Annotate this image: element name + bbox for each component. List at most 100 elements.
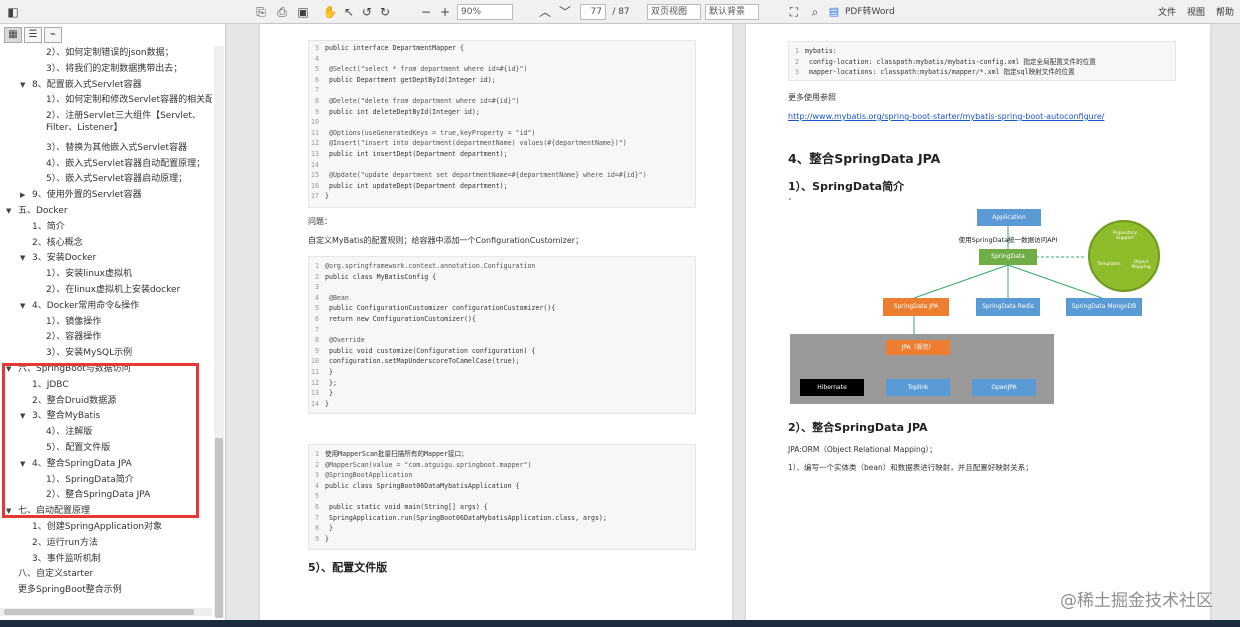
page-input[interactable]: 77 (580, 4, 606, 20)
sidebar-scrollbar[interactable] (214, 46, 224, 618)
sidebar-toggle-icon[interactable]: ◧ (4, 3, 22, 21)
tree-caret-icon[interactable]: ▶ (20, 189, 25, 201)
outline-item[interactable]: 八、自定义starter (18, 568, 93, 580)
tree-caret-icon[interactable]: ▼ (6, 205, 11, 217)
next-page-icon[interactable]: ﹀ (556, 3, 574, 21)
springdata-diagram-lines (790, 226, 1103, 404)
code-line: 7 (315, 325, 319, 334)
diagram-unified-api-label: 使用SpringData统一数据访问API (958, 236, 1058, 245)
pdf-word-icon: ▤ (828, 5, 840, 18)
diagram-sd-redis: SpringData Redis (976, 298, 1040, 316)
code-line: 17} (311, 192, 329, 201)
outline-item[interactable]: 2、核心概念 (32, 237, 83, 249)
code-block-mapper: 3 public interface DepartmentMapper {4 5 @… (308, 40, 696, 208)
outline-item[interactable]: 4、Docker常用命令&操作 (32, 300, 139, 312)
code-line: 7 (315, 86, 319, 95)
code-line: 9} (315, 534, 329, 543)
outline-item[interactable]: 3）、将我们的定制数据携带出去； (46, 63, 182, 75)
attachment-icon[interactable]: ⌁ (44, 27, 62, 43)
background-select[interactable]: 默认背景 (705, 4, 759, 20)
pdf-page-left: 3 public interface DepartmentMapper {4 5 @… (260, 24, 732, 620)
outline-item[interactable]: 1）、如何定制和修改Servlet容器的相关配置； (46, 94, 212, 106)
outline-item[interactable]: 1、简介 (32, 221, 65, 233)
outline-item[interactable]: 3、安装Docker (32, 252, 96, 264)
outline-item[interactable]: 1、创建SpringApplication对象 (32, 521, 162, 533)
thumbnail-view-icon[interactable]: ▦ (4, 27, 22, 43)
rotate-right-icon[interactable]: ↻ (376, 3, 394, 21)
pdf-to-word-button[interactable]: PDF转Word (845, 3, 895, 21)
outline-view-icon[interactable]: ☰ (24, 27, 42, 43)
orm-text: JPA:ORM（Object Relational Mapping）； (788, 445, 937, 454)
outline-item[interactable]: 1）、镜像操作 (46, 316, 101, 328)
outline-item[interactable]: 2）、如何定制错误的json数据； (46, 47, 174, 59)
heading-config-version: 5）、配置文件版 (308, 561, 388, 574)
code-line: 12 @Insert("insert into department(depar… (311, 139, 627, 148)
outline-item[interactable]: 1）、安装linux虚拟机 (46, 268, 132, 280)
outline-tree: 2）、如何定制错误的json数据； 3）、将我们的定制数据携带出去； ▼ 8、配置嵌入… (0, 46, 212, 616)
tree-caret-icon[interactable]: ▼ (20, 79, 25, 91)
outline-item[interactable]: 5）、嵌入式Servlet容器启动原理； (46, 173, 187, 185)
code-block-config: 1 @org.springframework.context.annotation… (308, 256, 696, 414)
code-line: 7 SpringApplication.run(SpringBoot06Data… (315, 513, 607, 522)
outline-item[interactable]: 3）、安装MySQL示例 (46, 347, 132, 359)
outline-sidebar: ▦ ☰ ⌁ 2）、如何定制错误的json数据； 3）、将我们的定制数据携带出去； ▼… (0, 24, 226, 620)
menu-file[interactable]: 文件 (1158, 5, 1176, 18)
code-line: 1 使用MapperScan批量扫描所有的Mapper接口； (315, 450, 468, 458)
code-line: 14 (311, 160, 319, 169)
prev-page-icon[interactable]: ︿ (536, 3, 554, 21)
diagram-application: Application (977, 209, 1041, 226)
outline-item[interactable]: 9、使用外置的Servlet容器 (32, 189, 142, 201)
menu-help[interactable]: 帮助 (1216, 5, 1234, 18)
sidebar-hscrollbar[interactable] (0, 608, 212, 616)
code-line: 13 public int insertDept(Department depa… (311, 149, 508, 158)
code-line: 14} (311, 399, 329, 408)
code-line: 9 public int deleteDeptById(Integer id); (315, 107, 480, 116)
code-line: 11 @Options(useGeneratedKeys = true,keyP… (311, 128, 536, 137)
sidebar-scroll-thumb[interactable] (215, 438, 223, 618)
select-tool-icon[interactable]: ↖ (340, 3, 358, 21)
hand-tool-icon[interactable]: ✋ (321, 3, 339, 21)
code-line: 4 (315, 54, 319, 63)
code-line: 10 configuration.setMapUnderscoreToCamel… (311, 357, 520, 366)
outline-item[interactable]: 8、配置嵌入式Servlet容器 (32, 79, 142, 91)
search-icon[interactable]: ⌕ (806, 3, 824, 21)
outline-item[interactable]: 4）、嵌入式Servlet容器自动配置原理； (46, 158, 205, 170)
question-text: 自定义MyBatis的配置规则；给容器中添加一个ConfigurationCus… (308, 236, 584, 245)
code-line: 3 (315, 283, 319, 292)
zoom-input[interactable]: 90% (457, 4, 513, 20)
tree-caret-icon[interactable]: ▼ (20, 300, 25, 312)
outline-item[interactable]: 2、运行run方法 (32, 537, 98, 549)
print-icon[interactable]: ⎙ (273, 3, 291, 21)
code-line: 15 @Update("update department set depart… (311, 171, 647, 180)
code-line: 4 @Bean (315, 293, 349, 302)
code-line: 8 @Delete("delete from department where … (315, 96, 520, 105)
tree-caret-icon[interactable]: ▼ (20, 252, 25, 264)
code-line: 8 } (315, 524, 333, 533)
code-line: 1 @org.springframework.context.annotation… (315, 262, 536, 270)
code-line: 3 public interface DepartmentMapper { (315, 44, 464, 52)
outline-item[interactable]: 2）、注册Servlet三大组件【Servlet、Filter、Listener… (46, 110, 210, 134)
taskbar (0, 620, 1240, 627)
open-file-icon[interactable]: ⎘ (252, 3, 270, 21)
fullscreen-icon[interactable]: ⛶ (785, 3, 803, 21)
code-line: 11 } (311, 367, 333, 376)
outline-item[interactable]: 更多SpringBoot整合示例 (18, 584, 122, 596)
diagram-toplink: Toplink (886, 379, 950, 396)
code-line: 3 @SpringBootApplication (315, 471, 413, 480)
save-icon[interactable]: ▣ (294, 3, 312, 21)
outline-item[interactable]: 3、事件监听机制 (32, 553, 101, 565)
view-mode-select[interactable]: 双页视图 (647, 4, 701, 20)
zoom-out-icon[interactable]: − (417, 3, 435, 21)
outline-item[interactable]: 3）、替换为其他嵌入式Servlet容器 (46, 142, 187, 154)
outline-item[interactable]: 五、Docker (18, 205, 68, 217)
code-line: 12 }; (311, 378, 337, 387)
zoom-in-icon[interactable]: + (436, 3, 454, 21)
outline-item[interactable]: 2）、在linux虚拟机上安装docker (46, 284, 180, 296)
rotate-left-icon[interactable]: ↺ (358, 3, 376, 21)
diagram-springdata: SpringData (979, 249, 1037, 265)
outline-item[interactable]: 2）、容器操作 (46, 331, 101, 343)
highlight-box (2, 363, 199, 518)
sidebar-hscroll-thumb[interactable] (4, 609, 194, 615)
menu-view[interactable]: 视图 (1187, 5, 1205, 18)
diagram-hibernate: Hibernate (800, 379, 864, 396)
